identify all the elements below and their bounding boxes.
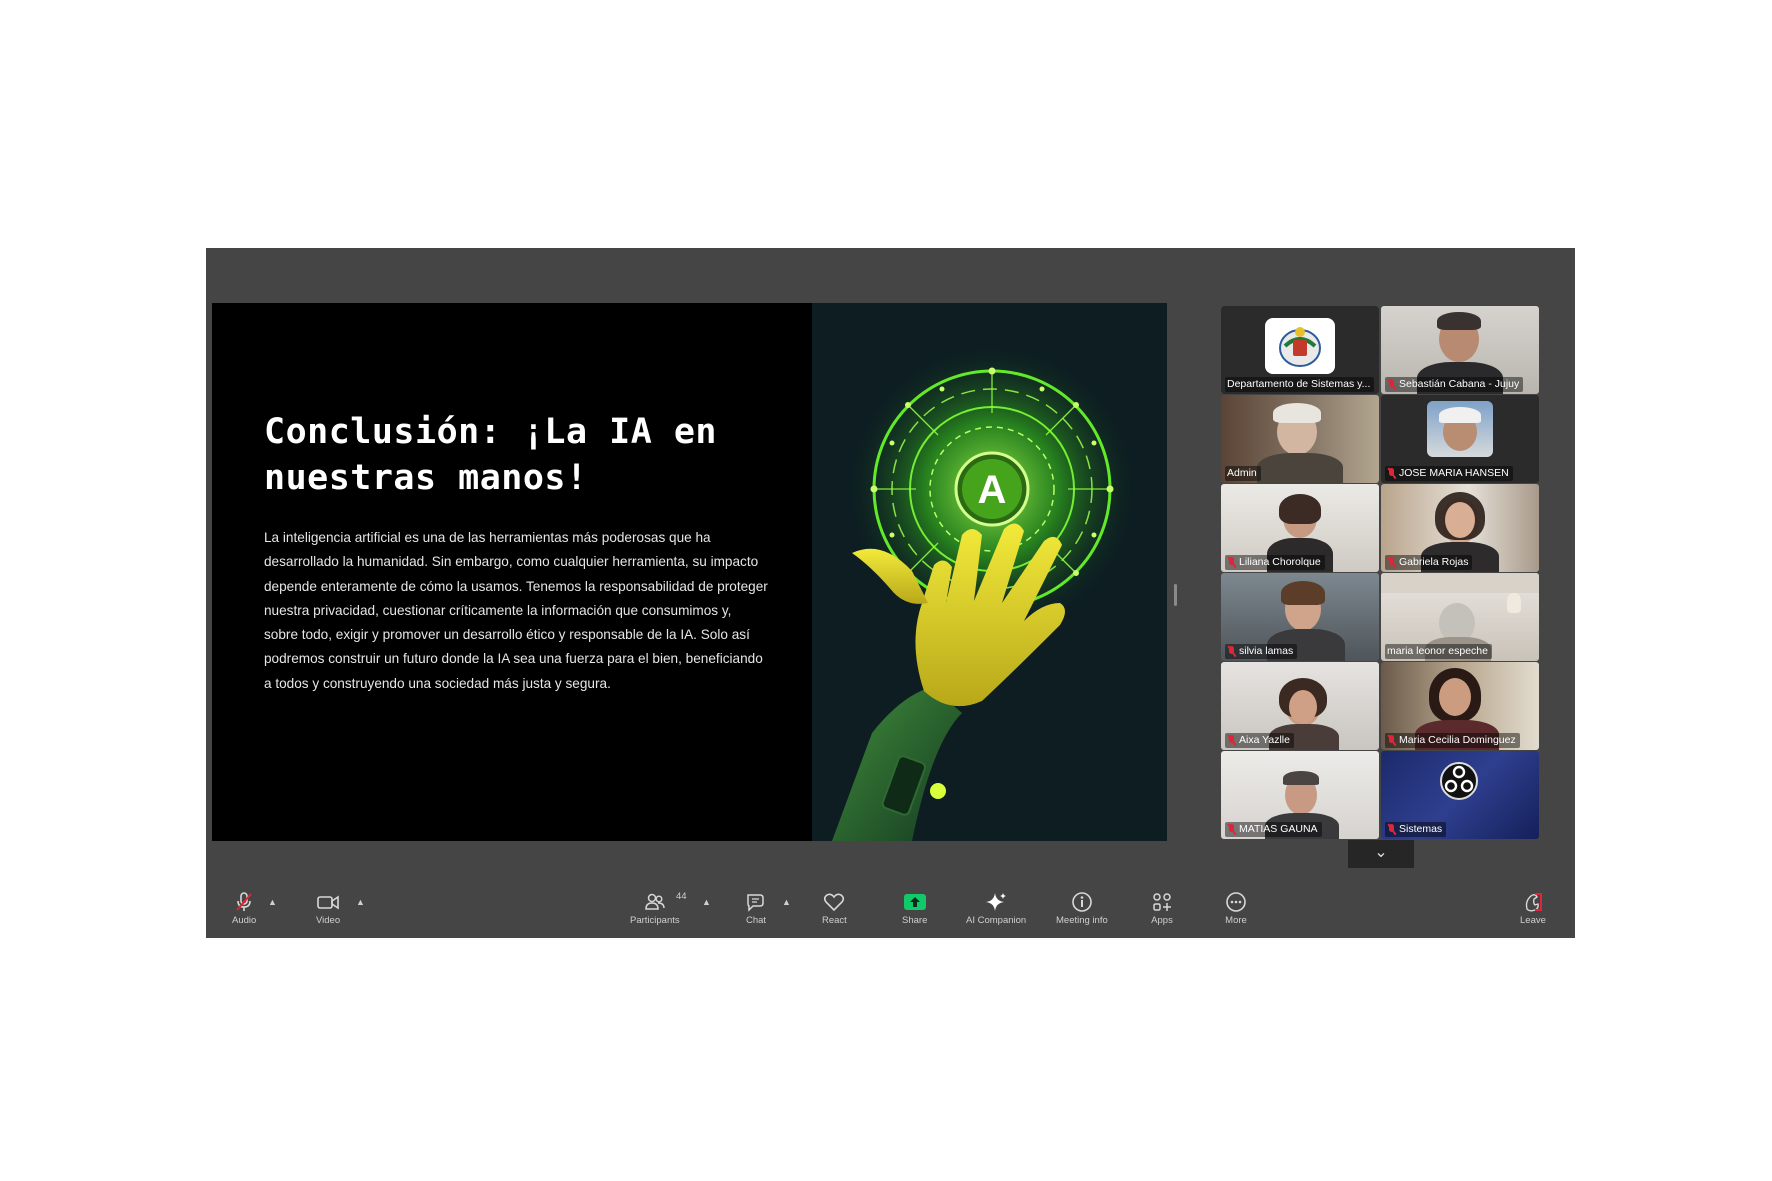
participant-name: maria leonor espeche <box>1385 644 1492 659</box>
ai-badge-letter: A <box>978 468 1007 512</box>
ai-companion-label: AI Companion <box>966 915 1027 926</box>
gallery-scroll-down-button[interactable]: ⌄ <box>1348 840 1414 868</box>
audio-button[interactable]: Audio <box>232 891 256 926</box>
meeting-info-button[interactable]: Meeting info <box>1056 891 1108 926</box>
video-button[interactable]: Video <box>316 891 340 926</box>
leave-button[interactable]: Leave <box>1520 891 1546 926</box>
apps-icon <box>1153 893 1171 911</box>
participant-name: Sistemas <box>1385 822 1447 837</box>
participant-tile[interactable]: JOSE MARIA HANSEN <box>1381 395 1539 483</box>
participant-name: Liliana Chorolque <box>1225 555 1325 570</box>
video-label: Video <box>316 915 341 926</box>
leave-label: Leave <box>1520 915 1546 926</box>
participant-name: Departamento de Sistemas y... <box>1225 377 1375 392</box>
participant-tile[interactable]: Maria Cecilia Dominguez <box>1381 662 1539 750</box>
participant-gallery: Departamento de Sistemas y... Sebastián … <box>1221 306 1539 839</box>
more-button[interactable]: More <box>1224 891 1248 926</box>
apps-label: Apps <box>1151 915 1173 926</box>
meeting-toolbar: Audio ▲ Video ▲ Participants 44 ▲ Chat ▲… <box>206 883 1575 938</box>
chat-label: Chat <box>745 915 767 926</box>
share-screen-icon <box>903 894 926 910</box>
mic-muted-icon <box>1387 468 1396 479</box>
participant-name: Gabriela Rojas <box>1385 555 1473 570</box>
participant-name: Aixa Yazlle <box>1225 733 1294 748</box>
chat-button[interactable]: Chat <box>744 891 768 926</box>
mic-muted-icon <box>1387 379 1396 390</box>
video-camera-icon <box>317 895 339 910</box>
chat-options-caret[interactable]: ▲ <box>782 897 791 907</box>
video-options-caret[interactable]: ▲ <box>356 897 365 907</box>
chat-bubble-icon <box>747 894 764 912</box>
react-button[interactable]: React <box>822 891 847 926</box>
share-button[interactable]: Share <box>902 891 927 926</box>
mic-muted-icon <box>1387 557 1396 568</box>
participant-tile[interactable]: MATIAS GAUNA <box>1221 751 1379 839</box>
participant-tile[interactable]: Departamento de Sistemas y... <box>1221 306 1379 394</box>
slide-illustration-panel: A <box>812 303 1167 841</box>
mic-muted-icon <box>1227 824 1236 835</box>
participants-options-caret[interactable]: ▲ <box>702 897 711 907</box>
sparkle-icon <box>986 893 1007 911</box>
participants-label: Participants <box>630 915 680 926</box>
info-icon <box>1072 892 1092 912</box>
participant-tile[interactable]: Aixa Yazlle <box>1221 662 1379 750</box>
ai-companion-button[interactable]: AI Companion <box>966 891 1026 926</box>
participant-name: Sebastián Cabana - Jujuy <box>1385 377 1524 392</box>
participant-tile[interactable]: silvia lamas <box>1221 573 1379 661</box>
heart-icon <box>824 893 845 912</box>
participant-name: Admin <box>1225 466 1261 481</box>
mic-muted-icon <box>1227 557 1236 568</box>
participants-button[interactable]: Participants <box>630 891 680 926</box>
chevron-down-icon: ⌄ <box>1374 844 1388 861</box>
participant-tile[interactable]: Admin <box>1221 395 1379 483</box>
mic-muted-icon <box>236 892 252 911</box>
participants-count: 44 <box>676 891 687 902</box>
apps-button[interactable]: Apps <box>1150 891 1174 926</box>
panel-resize-handle[interactable] <box>1174 584 1177 606</box>
participant-tile[interactable]: Liliana Chorolque <box>1221 484 1379 572</box>
ai-hand-illustration: A <box>812 303 1167 841</box>
react-label: React <box>822 915 847 926</box>
leave-icon <box>1525 893 1542 912</box>
participant-tile[interactable]: Sebastián Cabana - Jujuy <box>1381 306 1539 394</box>
mic-muted-icon <box>1227 646 1236 657</box>
more-label: More <box>1225 915 1247 926</box>
shared-slide: Conclusión: ¡La IA en nuestras manos! La… <box>212 303 1167 841</box>
participant-name: Maria Cecilia Dominguez <box>1385 733 1520 748</box>
audio-options-caret[interactable]: ▲ <box>268 897 277 907</box>
slide-title: Conclusión: ¡La IA en nuestras manos! <box>264 412 718 498</box>
mic-muted-icon <box>1227 735 1236 746</box>
more-dots-icon <box>1226 892 1246 912</box>
participant-name: JOSE MARIA HANSEN <box>1385 466 1513 481</box>
participant-tile[interactable]: maria leonor espeche <box>1381 573 1539 661</box>
slide-body-text: La inteligencia artificial es una de las… <box>264 530 768 691</box>
participant-tile[interactable]: Gabriela Rojas <box>1381 484 1539 572</box>
mic-muted-icon <box>1387 824 1396 835</box>
mic-muted-icon <box>1387 735 1396 746</box>
meeting-window: Conclusión: ¡La IA en nuestras manos! La… <box>206 248 1575 938</box>
participant-name: MATIAS GAUNA <box>1225 822 1322 837</box>
obs-logo-icon <box>1440 762 1478 800</box>
organization-logo <box>1265 318 1335 374</box>
participant-name: silvia lamas <box>1225 644 1298 659</box>
audio-label: Audio <box>232 915 257 926</box>
slide-text-panel: Conclusión: ¡La IA en nuestras manos! La… <box>212 303 812 841</box>
participant-tile[interactable]: Sistemas <box>1381 751 1539 839</box>
meeting-info-label: Meeting info <box>1056 915 1108 926</box>
participants-icon <box>645 893 665 910</box>
share-label: Share <box>902 915 928 926</box>
